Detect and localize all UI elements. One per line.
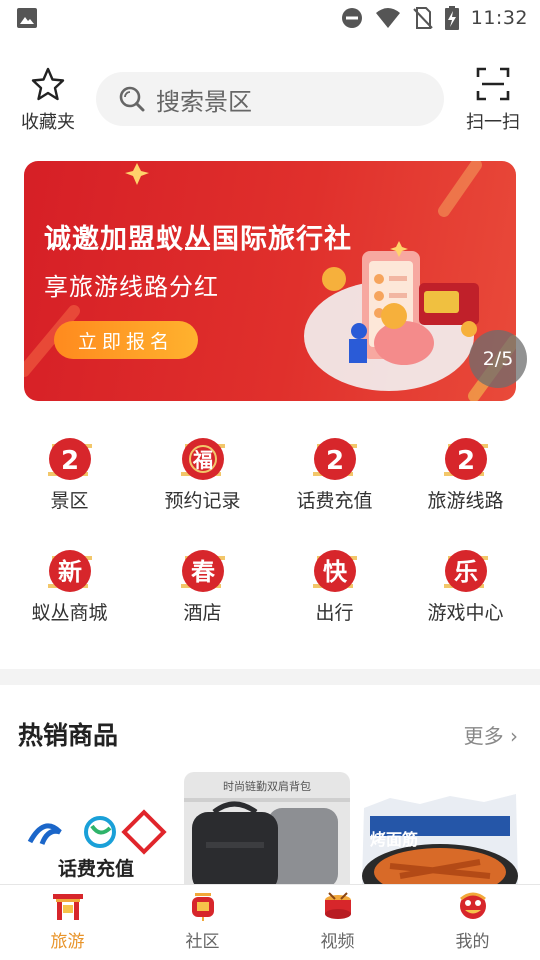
product-caption: 烤面筋 <box>370 830 419 849</box>
hot-products-title: 热销商品 <box>18 721 119 750</box>
bottom-navigation: 旅游 社区 视频 我的 <box>0 884 540 960</box>
product-card-backpack[interactable]: 时尚链勤双肩背包 <box>184 772 350 884</box>
favorites-label: 收藏夹 <box>21 112 75 133</box>
temple-gate-icon <box>52 894 83 920</box>
status-time: 11:32 <box>470 7 528 29</box>
nav-tab-community[interactable]: 社区 <box>135 891 270 952</box>
grid-label: 话费充值 <box>296 490 373 512</box>
grid-item-hotel[interactable]: 春 酒店 <box>135 544 270 625</box>
banner-page-indicator: 2/5 <box>469 330 527 388</box>
nav-label: 社区 <box>185 932 220 952</box>
scan-button[interactable]: 扫一扫 <box>460 66 526 134</box>
product-card-recharge[interactable]: 话费充值 <box>18 772 174 884</box>
travel-routes-icon: 2 <box>440 432 492 484</box>
promo-banner[interactable]: 诚邀加盟蚁丛国际旅行社 享旅游线路分红 立即报名 <box>24 161 516 401</box>
game-center-icon: 乐 <box>440 544 492 596</box>
grid-item-mall[interactable]: 新 蚁丛商城 <box>2 544 137 625</box>
search-bar[interactable]: 搜索景区 <box>96 72 444 126</box>
star-icon <box>31 67 65 101</box>
nav-tab-mine[interactable]: 我的 <box>405 891 540 952</box>
badge-glyph: 2 <box>325 446 343 476</box>
hotel-icon: 春 <box>177 544 229 596</box>
scenic-icon: 2 <box>44 432 96 484</box>
phone-recharge-icon: 2 <box>309 432 361 484</box>
mall-icon: 新 <box>44 544 96 596</box>
badge-glyph: 新 <box>58 558 82 586</box>
hot-products-list: 话费充值 时尚链勤双肩背包 烤面筋 <box>0 772 540 884</box>
transport-icon: 快 <box>309 544 361 596</box>
top-header: 收藏夹 搜索景区 扫一扫 <box>0 66 540 134</box>
section-divider <box>0 669 540 685</box>
no-sim-icon <box>413 7 433 29</box>
do-not-disturb-icon <box>341 8 362 28</box>
banner-title: 诚邀加盟蚁丛国际旅行社 <box>44 224 352 255</box>
grid-item-phone-recharge[interactable]: 2 话费充值 <box>267 432 402 513</box>
wifi-icon <box>375 8 400 28</box>
grid-label: 旅游线路 <box>427 490 504 512</box>
grid-item-transport[interactable]: 快 出行 <box>267 544 402 625</box>
badge-glyph: 乐 <box>454 558 478 586</box>
more-link[interactable]: 更多 › <box>464 720 518 749</box>
nav-label: 我的 <box>455 932 490 952</box>
product-caption: 话费充值 <box>57 858 134 880</box>
nav-label: 旅游 <box>50 932 85 952</box>
favorites-button[interactable]: 收藏夹 <box>15 66 81 134</box>
banner-subtitle: 享旅游线路分红 <box>44 273 219 301</box>
grid-item-game-center[interactable]: 乐 游戏中心 <box>398 544 533 625</box>
grid-label: 酒店 <box>183 602 222 624</box>
more-label: 更多 <box>463 724 504 748</box>
grid-item-booking-records[interactable]: 福 预约记录 <box>135 432 270 513</box>
grid-item-scenic[interactable]: 2 景区 <box>2 432 137 513</box>
search-placeholder: 搜索景区 <box>156 87 252 116</box>
badge-glyph: 快 <box>323 558 348 586</box>
signup-button[interactable]: 立即报名 <box>54 321 198 359</box>
lantern-icon <box>191 893 214 921</box>
scan-label: 扫一扫 <box>466 112 520 133</box>
status-icons: 11:32 <box>341 0 528 36</box>
scan-icon <box>476 67 510 101</box>
nav-tab-video[interactable]: 视频 <box>270 891 405 952</box>
product-card-snack[interactable]: 烤面筋 <box>360 772 520 884</box>
booking-records-icon: 福 <box>177 432 229 484</box>
backpack-image <box>184 798 350 884</box>
chevron-right-icon: › <box>510 724 518 748</box>
search-icon <box>119 86 145 112</box>
grid-item-travel-routes[interactable]: 2 旅游线路 <box>398 432 533 513</box>
grid-label: 蚁丛商城 <box>31 602 108 624</box>
grid-label: 景区 <box>50 490 89 512</box>
lion-mask-icon <box>459 892 486 919</box>
drum-icon <box>324 892 351 919</box>
nav-tab-travel[interactable]: 旅游 <box>0 891 135 952</box>
badge-glyph: 福 <box>192 448 213 472</box>
battery-charging-icon <box>444 6 459 30</box>
grid-label: 游戏中心 <box>427 602 504 624</box>
image-notification-icon <box>17 8 37 28</box>
grid-label: 预约记录 <box>164 490 241 512</box>
nav-label: 视频 <box>320 932 355 952</box>
status-bar: 11:32 <box>0 0 540 36</box>
grid-label: 出行 <box>315 602 354 624</box>
badge-glyph: 2 <box>60 446 78 476</box>
badge-glyph: 春 <box>191 558 215 586</box>
badge-glyph: 2 <box>456 446 474 476</box>
